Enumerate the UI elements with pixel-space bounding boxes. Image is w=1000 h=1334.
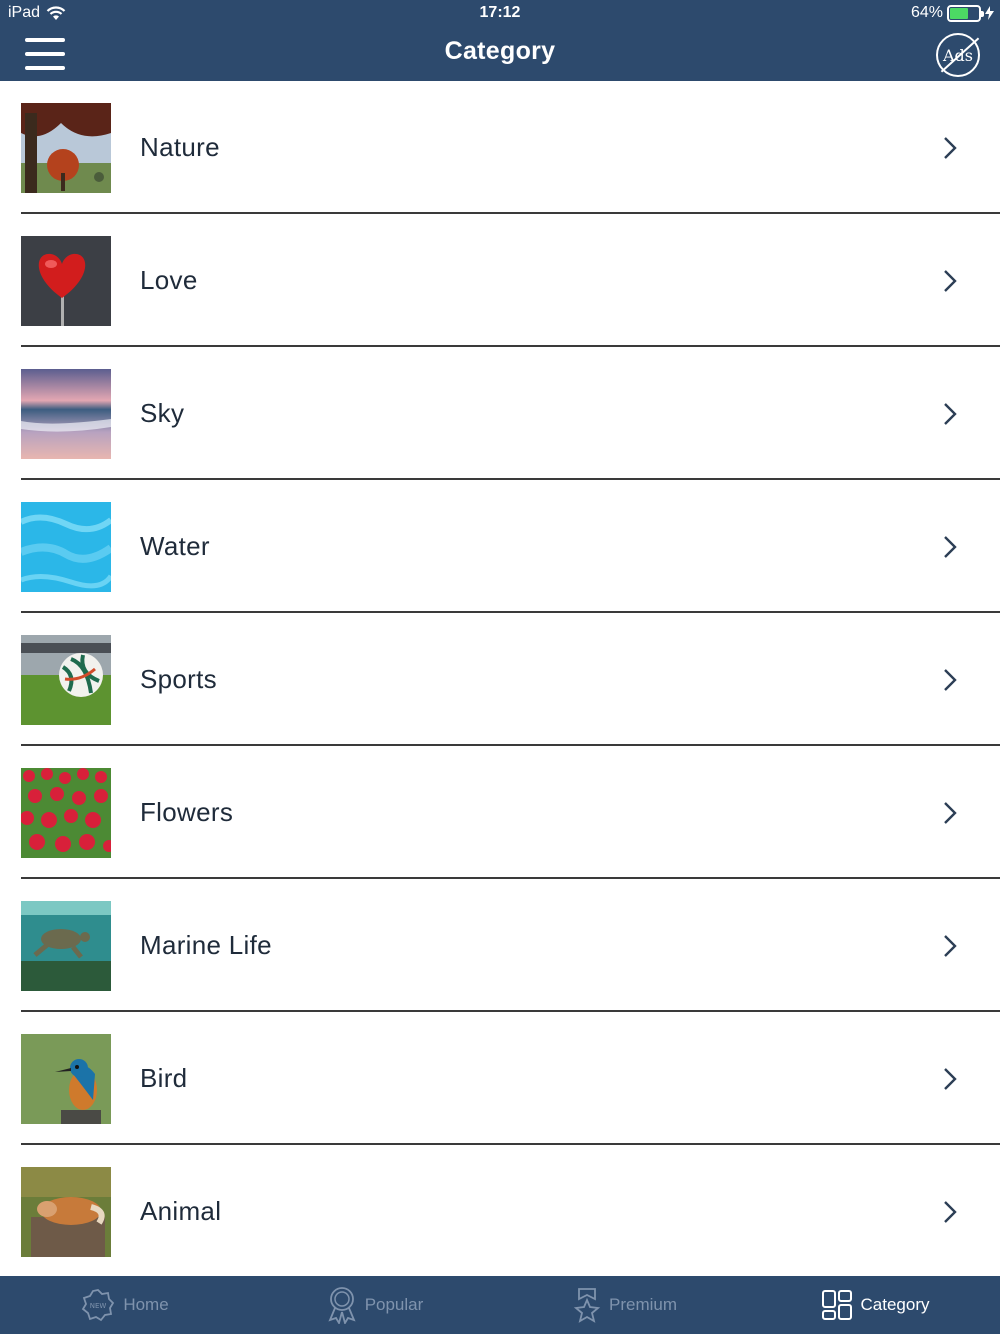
chevron-right-icon [944, 1068, 957, 1090]
tab-premium[interactable]: Premium [500, 1276, 750, 1334]
svg-text:NEW: NEW [90, 1302, 107, 1310]
category-label: Flowers [140, 797, 234, 827]
category-label: Sky [140, 398, 185, 428]
chevron-right-icon [944, 403, 957, 425]
nature-thumbnail [21, 103, 111, 193]
header: iPad 17:12 64% Category Ads [0, 0, 1000, 81]
sports-thumbnail [21, 635, 111, 725]
page-title: Category [444, 37, 556, 65]
chevron-right-icon [944, 536, 957, 558]
marine-life-thumbnail [21, 901, 111, 991]
category-row-nature[interactable]: Nature [0, 81, 1000, 214]
category-row-love[interactable]: Love [0, 214, 1000, 347]
award-ribbon-icon [328, 1287, 356, 1324]
category-row-animal[interactable]: Animal [0, 1145, 1000, 1278]
category-row-sky[interactable]: Sky [0, 347, 1000, 480]
tab-popular[interactable]: Popular [250, 1276, 500, 1334]
remove-ads-button[interactable]: Ads [936, 33, 980, 77]
category-row-flowers[interactable]: Flowers [0, 746, 1000, 879]
battery-icon [947, 4, 984, 22]
hamburger-line [25, 66, 65, 70]
tab-label: Popular [364, 1295, 424, 1314]
sky-thumbnail [21, 369, 111, 459]
chevron-right-icon [944, 1201, 957, 1223]
category-row-marine-life[interactable]: Marine Life [0, 879, 1000, 1012]
category-label: Water [140, 531, 210, 561]
category-label: Nature [140, 132, 220, 162]
tab-label: Category [860, 1295, 930, 1314]
category-label: Marine Life [140, 930, 272, 960]
status-bar: iPad 17:12 64% [0, 0, 1000, 26]
battery-percent: 64% [910, 4, 943, 21]
tab-home[interactable]: NEW Home [0, 1276, 250, 1334]
new-badge-icon: NEW [82, 1289, 115, 1322]
tab-category[interactable]: Category [750, 1276, 1000, 1334]
category-row-sports[interactable]: Sports [0, 613, 1000, 746]
category-list: Nature Love Sky Water Sports Flowers Mar… [0, 81, 1000, 1278]
category-row-water[interactable]: Water [0, 480, 1000, 613]
grid-icon [821, 1290, 852, 1320]
animal-thumbnail [21, 1167, 111, 1257]
flowers-thumbnail [21, 768, 111, 858]
water-thumbnail [21, 502, 111, 592]
chevron-right-icon [944, 669, 957, 691]
chevron-right-icon [944, 802, 957, 824]
chevron-right-icon [944, 137, 957, 159]
bird-thumbnail [21, 1034, 111, 1124]
category-row-bird[interactable]: Bird [0, 1012, 1000, 1145]
status-time: 17:12 [479, 4, 521, 21]
chevron-right-icon [944, 270, 957, 292]
tab-label: Home [123, 1295, 169, 1314]
category-label: Sports [140, 664, 217, 694]
category-label: Bird [140, 1063, 188, 1093]
tab-label: Premium [608, 1295, 677, 1314]
tab-bar: NEW Home Popular Premium Category [0, 1276, 1000, 1334]
chevron-right-icon [944, 935, 957, 957]
charging-bolt-icon [985, 6, 994, 20]
love-thumbnail [21, 236, 111, 326]
category-label: Animal [140, 1196, 222, 1226]
category-label: Love [140, 265, 198, 295]
star-ribbon-icon [573, 1288, 601, 1323]
